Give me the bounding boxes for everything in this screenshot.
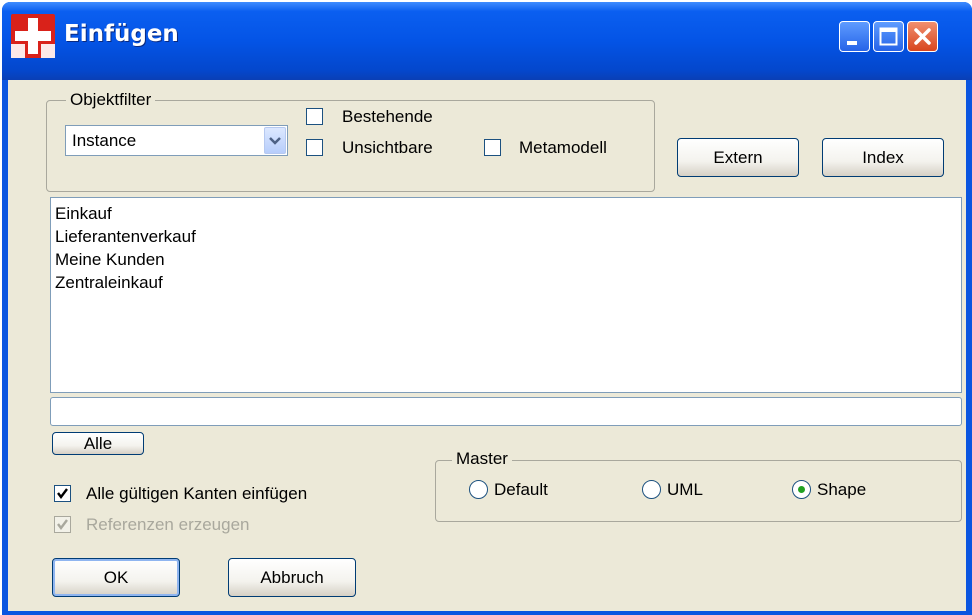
list-item[interactable]: Zentraleinkauf xyxy=(51,271,961,294)
default-radio[interactable] xyxy=(469,480,488,499)
chevron-down-icon xyxy=(269,137,281,145)
close-button[interactable] xyxy=(907,21,938,52)
title-bar[interactable]: Einfügen xyxy=(2,2,972,80)
default-label: Default xyxy=(494,480,548,499)
alle-button[interactable]: Alle xyxy=(52,432,144,455)
maximize-button[interactable] xyxy=(873,21,904,52)
referenzen-label: Referenzen erzeugen xyxy=(86,515,250,534)
close-icon xyxy=(914,28,931,45)
referenzen-checkbox xyxy=(54,516,71,533)
shape-radio[interactable] xyxy=(792,480,811,499)
object-list[interactable]: Einkauf Lieferantenverkauf Meine Kunden … xyxy=(50,197,962,393)
objektfilter-legend: Objektfilter xyxy=(66,89,156,111)
app-icon xyxy=(11,14,55,58)
dialog-client-area: Objektfilter Instance Bestehende Unsicht… xyxy=(8,80,966,611)
list-item[interactable]: Meine Kunden xyxy=(51,248,961,271)
dropdown-button[interactable] xyxy=(264,127,286,154)
unsichtbare-checkbox[interactable] xyxy=(306,139,323,156)
minimize-icon xyxy=(847,41,857,45)
list-item[interactable]: Lieferantenverkauf xyxy=(51,225,961,248)
window-title: Einfügen xyxy=(64,21,179,47)
ok-button[interactable]: OK xyxy=(52,558,180,597)
metamodell-label: Metamodell xyxy=(519,138,607,157)
index-button[interactable]: Index xyxy=(822,138,944,177)
unsichtbare-label: Unsichtbare xyxy=(342,138,433,157)
dialog-window: Einfügen Objektfilter Instance Bestehend… xyxy=(2,2,972,615)
object-type-value: Instance xyxy=(72,131,137,150)
minimize-button[interactable] xyxy=(839,21,870,52)
bestehende-checkbox[interactable] xyxy=(306,108,323,125)
list-item[interactable]: Einkauf xyxy=(51,202,961,225)
master-legend: Master xyxy=(452,448,512,470)
uml-radio[interactable] xyxy=(642,480,661,499)
maximize-icon xyxy=(879,27,898,46)
alle-kanten-checkbox[interactable] xyxy=(54,485,71,502)
shape-label: Shape xyxy=(817,480,867,499)
uml-label: UML xyxy=(667,480,703,499)
object-type-select[interactable]: Instance xyxy=(65,125,288,156)
abbruch-button[interactable]: Abbruch xyxy=(228,558,356,597)
extern-button[interactable]: Extern xyxy=(677,138,799,177)
check-icon xyxy=(57,519,68,530)
filter-input[interactable] xyxy=(50,397,962,426)
bestehende-label: Bestehende xyxy=(342,107,433,126)
radio-selected-dot xyxy=(798,486,805,493)
metamodell-checkbox[interactable] xyxy=(484,139,501,156)
check-icon xyxy=(57,488,68,499)
alle-kanten-label: Alle gültigen Kanten einfügen xyxy=(86,484,308,503)
